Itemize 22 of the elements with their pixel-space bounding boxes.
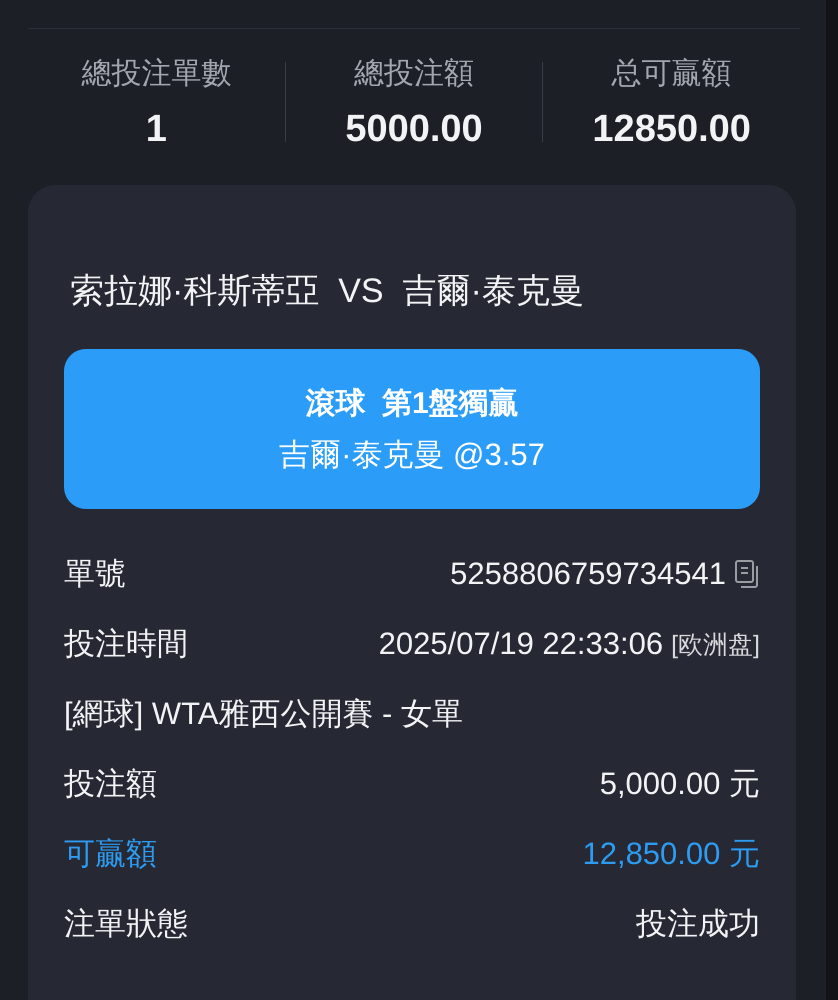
row-label: 注單狀態 <box>64 905 188 943</box>
summary-label: 總投注單數 <box>81 56 232 92</box>
summary-value: 12850.00 <box>592 108 751 151</box>
market-name: 滾球 第1盤獨贏 <box>305 386 519 422</box>
summary-value: 1 <box>146 108 167 151</box>
copy-icon[interactable] <box>734 559 760 589</box>
row-label: 投注時間 <box>64 625 188 663</box>
row-value: 5258806759734541 <box>450 556 726 592</box>
odds-type-label: [欧洲盘] <box>671 630 760 660</box>
summary-label: 总可贏額 <box>612 56 732 92</box>
match-title: 索拉娜·科斯蒂亞 VS 吉爾·泰克曼 <box>69 271 585 311</box>
row-value: 12,850.00 元 <box>582 835 760 873</box>
row-label: 投注額 <box>64 765 157 803</box>
row-value: 投注成功 <box>636 905 760 943</box>
row-label: 可贏額 <box>64 835 157 873</box>
selection-odds: 吉爾·泰克曼 @3.57 <box>279 436 545 474</box>
summary-label: 總投注額 <box>354 56 474 92</box>
row-value: 2025/07/19 22:33:06 <box>378 626 664 662</box>
event-name: [網球] WTA雅西公開賽 - 女單 <box>64 695 463 733</box>
row-value: 5,000.00 元 <box>600 765 760 803</box>
row-label: 單號 <box>64 555 126 593</box>
summary-value: 5000.00 <box>345 108 483 151</box>
